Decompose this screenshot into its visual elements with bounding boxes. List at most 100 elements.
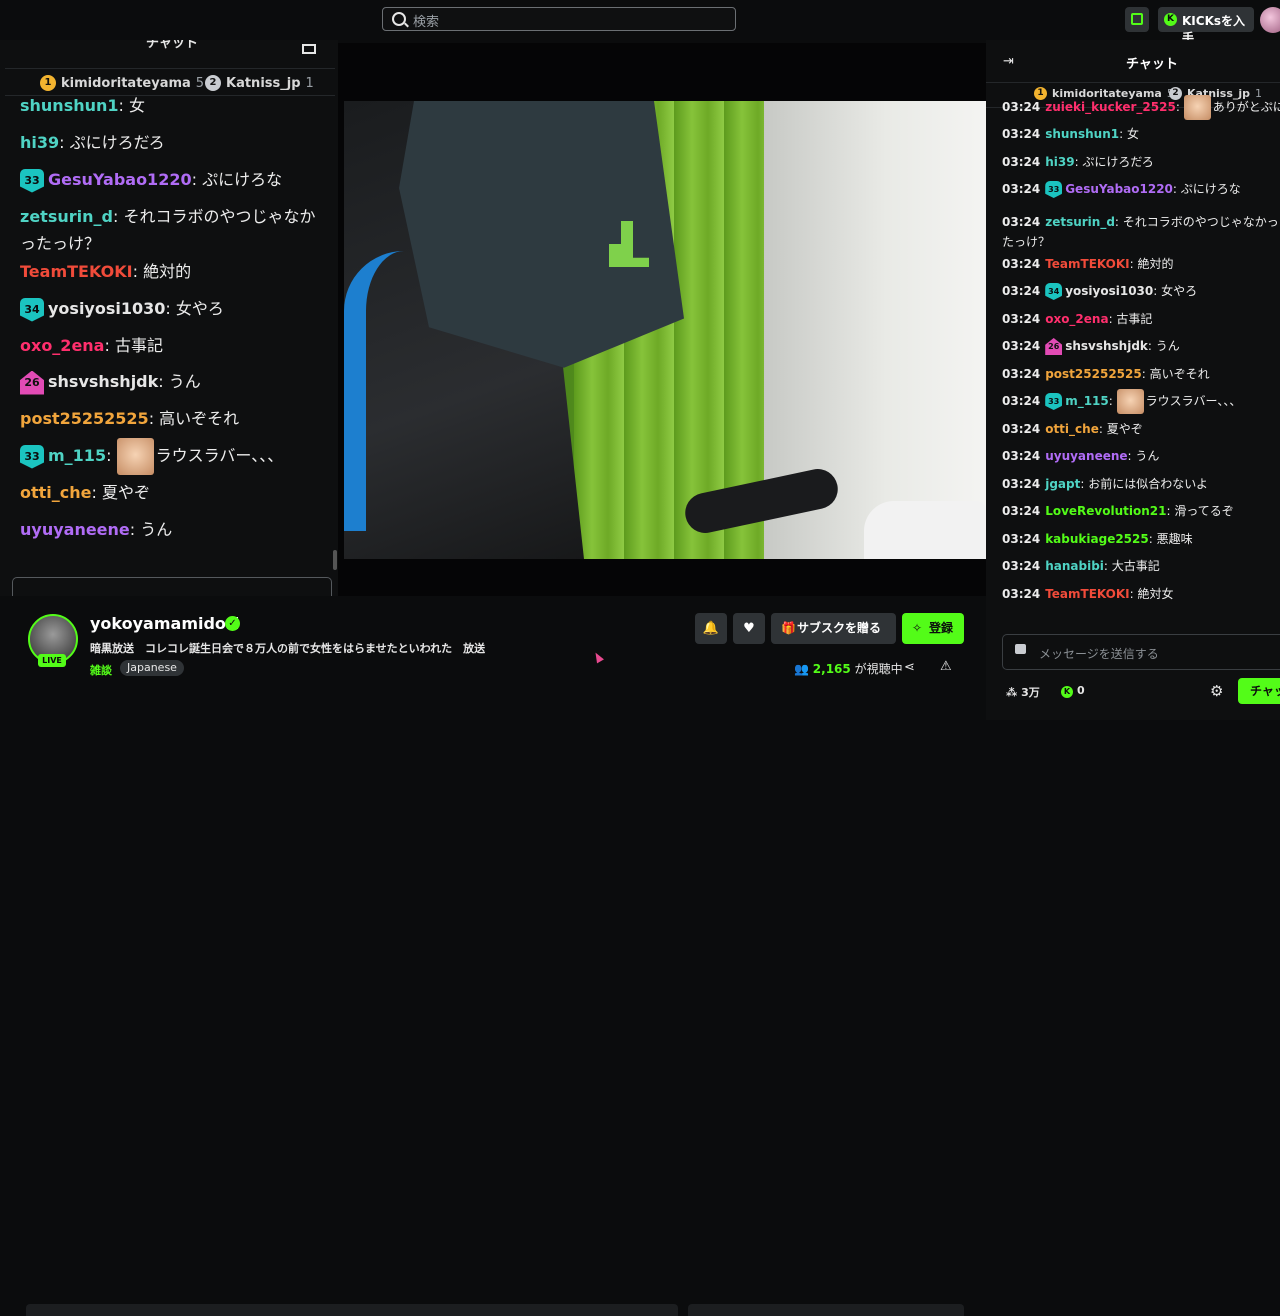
pinned-gifter[interactable]: 1 kimidoritateyama5	[40, 75, 204, 91]
chat-text: 夏やぞ	[101, 483, 150, 502]
chat-separator: :	[129, 520, 141, 539]
chat-message: 03:24 zetsurin_d: それコラボのやつじゃなかったっけ？	[1002, 212, 1280, 252]
chat-username[interactable]: m_115	[48, 446, 106, 465]
chat-timestamp: 03:24	[1002, 504, 1041, 518]
chat-timestamp: 03:24	[1002, 215, 1041, 229]
rank-medal-icon: 2	[205, 75, 221, 91]
emote-icon[interactable]	[1015, 644, 1026, 654]
chat-text: うん	[168, 372, 201, 391]
chat-username[interactable]: shunshun1	[20, 96, 119, 115]
chat-separator: :	[1129, 587, 1138, 601]
subscriber-badge-icon: 34	[1045, 283, 1063, 300]
chat-text: 大古事記	[1111, 559, 1160, 573]
subscriber-badge-icon: 33	[1045, 393, 1063, 410]
chat-separator: :	[91, 483, 102, 502]
chat-separator: :	[132, 262, 144, 281]
chat-message: zetsurin_d: それコラボのやつじゃなかったっけ？	[20, 203, 325, 257]
chat-username[interactable]: GesuYabao1220	[1065, 182, 1173, 196]
chat-username[interactable]: yosiyosi1030	[1065, 284, 1153, 298]
chat-text: それコラボのやつじゃなかったっけ？	[1002, 215, 1279, 249]
chat-message: 03:24 TeamTEKOKI: 絶対的	[1002, 251, 1280, 279]
kicks-balance[interactable]: K0	[1061, 684, 1085, 698]
chat-message: 03:24 LoveRevolution21: 滑ってるぞ	[1002, 498, 1280, 526]
category-link[interactable]: 雑談	[90, 662, 112, 678]
chat-message: shunshun1: 女	[20, 92, 325, 119]
follow-button[interactable]: ✧ 登録	[902, 613, 964, 644]
chat-message: hi39: ぷにけろだろ	[20, 129, 325, 156]
dashboard-button[interactable]	[1125, 7, 1149, 32]
chat-username[interactable]: TeamTEKOKI	[20, 262, 133, 281]
gear-icon[interactable]: ⚙	[1210, 682, 1223, 700]
chat-username[interactable]: m_115	[1065, 394, 1109, 408]
notification-button[interactable]: 🔔	[695, 613, 727, 644]
share-icon[interactable]: ⋖	[904, 660, 915, 675]
chat-message: 03:24 hanabibi: 大古事記	[1002, 553, 1280, 581]
chat-username[interactable]: kabukiage2525	[1045, 532, 1149, 546]
chat-username[interactable]: otti_che	[1045, 422, 1099, 436]
chat-timestamp: 03:24	[1002, 100, 1041, 114]
chat-username[interactable]: shsvshshjdk	[1065, 339, 1148, 353]
viewers-icon: 👥	[794, 662, 809, 676]
search-input[interactable]: 検索	[413, 11, 439, 30]
chat-separator: :	[1098, 422, 1107, 436]
chat-message: oxo_2ena: 古事記	[20, 332, 325, 359]
chat-message: 03:24 shunshun1: 女	[1002, 121, 1280, 149]
chat-username[interactable]: hanabibi	[1045, 559, 1104, 573]
popout-icon[interactable]	[302, 44, 316, 54]
chat-timestamp: 03:24	[1002, 532, 1041, 546]
pinned-gifter[interactable]: 2 Katniss_jp 1	[205, 75, 314, 91]
chat-username[interactable]: zuieki_kucker_2525	[1045, 100, 1176, 114]
live-badge: LIVE	[38, 654, 66, 667]
chat-username[interactable]: TeamTEKOKI	[1045, 257, 1129, 271]
chat-username[interactable]: uyuyaneene	[20, 520, 130, 539]
chat-text: 絶対的	[143, 262, 192, 281]
search-icon	[392, 12, 406, 26]
chat-username[interactable]: post25252525	[20, 409, 149, 428]
user-avatar[interactable]	[1260, 7, 1280, 33]
right-chat-title: チャット	[1126, 57, 1178, 72]
chat-username[interactable]: hi39	[20, 133, 59, 152]
chat-username[interactable]: yosiyosi1030	[48, 299, 165, 318]
chat-username[interactable]: GesuYabao1220	[48, 170, 192, 189]
chat-username[interactable]: oxo_2ena	[20, 336, 104, 355]
chat-username[interactable]: shunshun1	[1045, 127, 1119, 141]
channel-points[interactable]: ⁂ 3万	[1006, 684, 1040, 700]
get-kicks-button[interactable]: K KICKsを入手	[1158, 7, 1254, 45]
chat-message: 03:24 post25252525: 高いぞそれ	[1002, 361, 1280, 389]
left-chat-scrollbar[interactable]	[333, 550, 337, 570]
top-bar: 検索 K KICKsを入手	[0, 0, 1280, 45]
chat-text: 高いぞそれ	[1149, 367, 1210, 381]
chat-username[interactable]: LoveRevolution21	[1045, 504, 1166, 518]
chat-text: 夏やぞ	[1106, 422, 1143, 436]
chat-username[interactable]: otti_che	[20, 483, 92, 502]
language-tag[interactable]: Japanese	[120, 660, 184, 676]
chat-message: 33 GesuYabao1220: ぷにけろな	[20, 166, 325, 193]
video-player[interactable]	[338, 43, 986, 596]
chat-separator: :	[165, 299, 176, 318]
chat-username[interactable]: zetsurin_d	[20, 207, 113, 226]
search-bar[interactable]: 検索	[382, 7, 736, 31]
chat-username[interactable]: uyuyaneene	[1045, 449, 1127, 463]
chat-message-input[interactable]: メッセージを送信する	[1002, 634, 1280, 670]
chat-username[interactable]: post25252525	[1045, 367, 1142, 381]
collapse-chat-icon[interactable]: ⇥	[1003, 54, 1014, 69]
chat-username[interactable]: hi39	[1045, 155, 1074, 169]
send-chat-button[interactable]: チャット	[1238, 678, 1280, 704]
right-chat-panel: ⇥ チャット 1kimidoritateyama52Katniss_jp1 03…	[986, 40, 1280, 720]
chat-username[interactable]: TeamTEKOKI	[1045, 587, 1129, 601]
face-emote	[1183, 95, 1211, 120]
kicks-small-icon: K	[1061, 686, 1073, 698]
gift-sub-button[interactable]: 🎁 サブスクを贈る	[771, 613, 896, 644]
chat-separator: :	[118, 96, 130, 115]
chat-timestamp: 03:24	[1002, 449, 1041, 463]
favorite-button[interactable]: ♥	[733, 613, 765, 644]
chat-separator: :	[1108, 394, 1117, 408]
chat-separator: :	[191, 170, 203, 189]
chat-timestamp: 03:24	[1002, 394, 1041, 408]
chat-username[interactable]: oxo_2ena	[1045, 312, 1108, 326]
report-icon[interactable]: ⚠	[940, 659, 952, 674]
chat-username[interactable]: jgapt	[1045, 477, 1080, 491]
chat-username[interactable]: zetsurin_d	[1045, 215, 1115, 229]
chat-username[interactable]: shsvshshjdk	[48, 372, 158, 391]
channel-name[interactable]: yokoyamamidori	[90, 614, 239, 633]
